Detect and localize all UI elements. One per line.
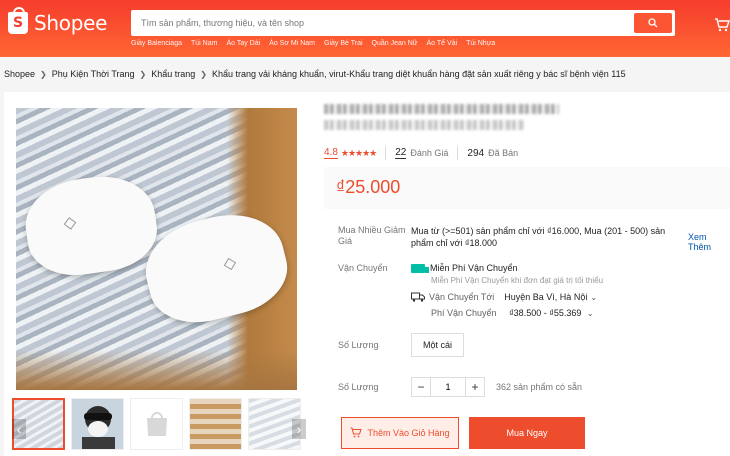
decrease-quantity-button[interactable]: − <box>411 377 431 397</box>
chevron-right-icon: ❯ <box>200 69 207 79</box>
bulk-discount-label: Mua Nhiều Giảm Giá <box>338 225 406 246</box>
product-title-redacted <box>324 102 564 134</box>
thumbnail-next-button[interactable]: › <box>292 419 306 439</box>
breadcrumb-item[interactable]: Phụ Kiện Thời Trang <box>52 69 135 79</box>
search-bar <box>131 10 675 36</box>
sold-count: 294 <box>467 147 485 159</box>
product-price: ₫25.000 <box>336 177 401 197</box>
star-rating-icon: ★★★★★ <box>340 147 377 158</box>
shipping-label: Vận Chuyển <box>338 263 388 273</box>
logo-glyph: S <box>12 15 24 31</box>
suggestion-link[interactable]: Áo Tay Dài <box>226 40 260 47</box>
ship-to-label: Vận Chuyển Tới <box>429 292 495 302</box>
cart-icon <box>715 18 730 32</box>
suggestion-link[interactable]: Quần Jean Nữ <box>372 40 418 47</box>
blur-line <box>324 104 559 114</box>
quantity-input[interactable] <box>431 377 465 397</box>
variant-option-button[interactable]: Một cái <box>411 333 464 357</box>
see-more-link[interactable]: Xem Thêm <box>688 232 730 252</box>
suggestion-link[interactable]: Túi Nam <box>191 40 217 47</box>
mask-logo-icon <box>223 257 237 271</box>
add-to-cart-button[interactable]: Thêm Vào Giỏ Hàng <box>341 417 459 449</box>
person-mask-image <box>82 406 115 449</box>
chevron-down-icon[interactable]: ⌄ <box>590 293 597 302</box>
logo-text: Shopee <box>34 11 108 35</box>
suggestion-link[interactable]: Áo Sơ Mi Nam <box>269 40 315 47</box>
variant-label: Số Lượng <box>338 340 379 350</box>
thumbnail[interactable] <box>130 398 183 450</box>
shipping-fee-label: Phí Vận Chuyển <box>431 308 497 318</box>
mask-logo-icon <box>63 217 77 230</box>
price-box: ₫25.000 <box>324 167 730 209</box>
shopee-logo[interactable]: S Shopee <box>8 7 108 35</box>
shopee-bag-icon <box>146 412 167 436</box>
search-suggestions: Giày Balenciaga Túi Nam Áo Tay Dài Áo Sơ… <box>131 40 495 47</box>
buy-now-label: Mua Ngay <box>506 428 548 438</box>
suggestion-link[interactable]: Giày Bé Trai <box>324 40 363 47</box>
stock-count: 362 sản phẩm có sẵn <box>496 382 583 392</box>
shopee-bag-icon: S <box>8 7 28 34</box>
bulk-discount-text: Mua từ (>=501) sản phẩm chỉ với ₫16.000,… <box>411 226 666 248</box>
chevron-down-icon[interactable]: ⌄ <box>587 309 594 318</box>
top-header: S Shopee Giày Balenciaga Túi Nam Áo Tay … <box>0 0 730 57</box>
face-mask-image <box>20 169 162 282</box>
product-card: ‹ › 4.8 ★★★★★ 22 Đánh Giá 294 Đã Bán ₫25… <box>4 92 730 456</box>
breadcrumb: Shopee ❯ Phụ Kiện Thời Trang ❯ Khẩu tran… <box>4 69 626 79</box>
search-button[interactable] <box>634 13 672 33</box>
breadcrumb-item[interactable]: Khẩu trang <box>151 69 195 79</box>
quantity-label: Số Lượng <box>338 382 379 392</box>
thumbnail-strip <box>12 398 301 450</box>
blur-line <box>324 120 524 130</box>
breadcrumb-current: Khẩu trang vải kháng khuẩn, virut-Khẩu t… <box>211 69 626 79</box>
divider <box>457 146 459 160</box>
box-bottom <box>16 350 297 390</box>
thumbnail[interactable] <box>189 398 242 450</box>
buy-now-button[interactable]: Mua Ngay <box>469 417 585 449</box>
product-main-image[interactable] <box>16 108 297 390</box>
review-label: Đánh Giá <box>410 148 449 158</box>
increase-quantity-button[interactable]: + <box>465 377 485 397</box>
suggestion-link[interactable]: Túi Nhựa <box>466 40 495 47</box>
breadcrumb-item[interactable]: Shopee <box>4 69 35 79</box>
chevron-right-icon: ❯ <box>40 69 47 79</box>
cart-button[interactable] <box>714 17 730 38</box>
ship-to-value[interactable]: Huyện Ba Vì, Hà Nội <box>504 292 587 302</box>
rating-value[interactable]: 4.8 <box>324 147 338 159</box>
shipping-fee-value[interactable]: ₫38.500 - ₫55.369 <box>509 308 581 318</box>
sold-label: Đã Bán <box>488 148 519 158</box>
free-shipping-subtext: Miễn Phí Vận Chuyển khi đơn đạt giá trị … <box>431 276 604 285</box>
truck-icon <box>411 292 425 302</box>
thumbnail-prev-button[interactable]: ‹ <box>12 419 26 439</box>
quantity-stepper: − + <box>411 377 485 397</box>
ship-to-row: Vận Chuyển Tới Huyện Ba Vì, Hà Nội ⌄ <box>411 292 597 302</box>
chevron-right-icon: ❯ <box>139 69 147 79</box>
free-shipping-icon <box>411 263 429 273</box>
thumbnail[interactable] <box>71 398 124 450</box>
search-input[interactable] <box>131 10 631 36</box>
add-to-cart-label: Thêm Vào Giỏ Hàng <box>367 428 450 438</box>
review-count[interactable]: 22 <box>395 147 407 159</box>
search-icon <box>648 18 658 28</box>
shipping-fee-row: Phí Vận Chuyển ₫38.500 - ₫55.369 ⌄ <box>431 308 594 318</box>
divider <box>385 146 387 160</box>
suggestion-link[interactable]: Giày Balenciaga <box>131 40 182 47</box>
rating-row: 4.8 ★★★★★ 22 Đánh Giá 294 Đã Bán <box>324 146 518 160</box>
free-shipping: Miễn Phí Vận Chuyển <box>411 263 518 273</box>
suggestion-link[interactable]: Áo Tể Vải <box>426 40 457 47</box>
cart-plus-icon <box>350 427 363 438</box>
free-shipping-text: Miễn Phí Vận Chuyển <box>430 263 518 273</box>
